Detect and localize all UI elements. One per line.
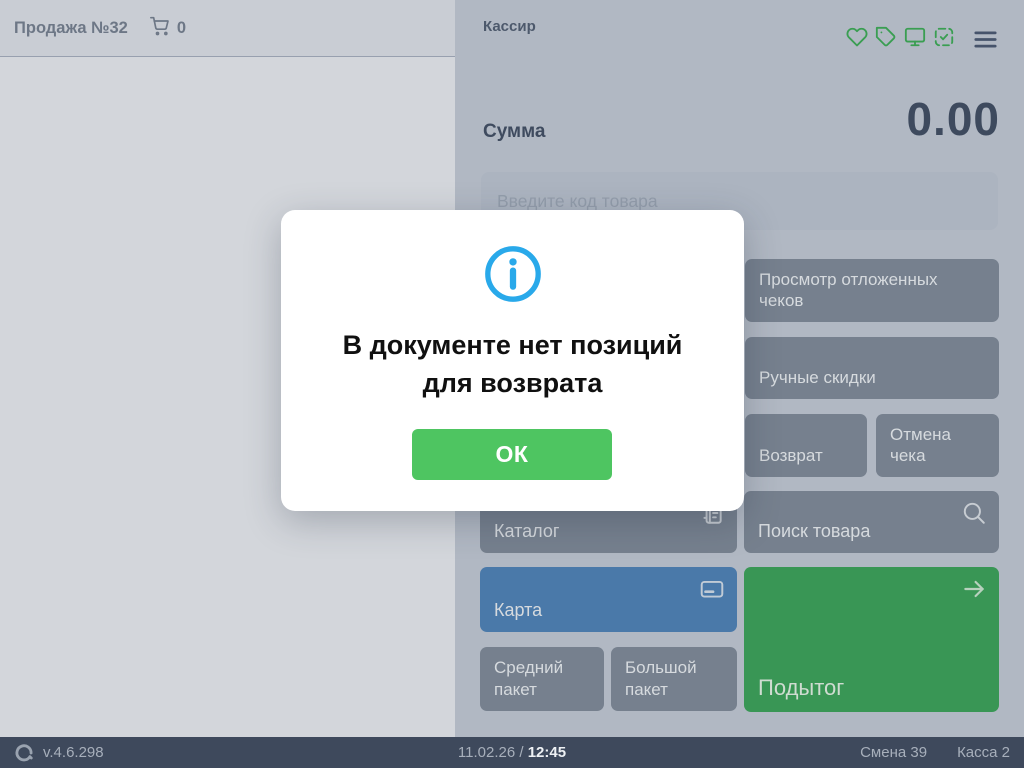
button-label: Средний пакет — [494, 657, 590, 700]
cashier-title: Кассир — [483, 18, 536, 35]
sum-value: 0.00 — [906, 92, 1000, 146]
button-label: Ручные скидки — [759, 367, 876, 388]
heart-icon — [846, 26, 868, 53]
arrow-right-icon — [961, 576, 987, 609]
shift-label: Смена 39 — [860, 744, 927, 761]
search-icon — [961, 500, 987, 532]
button-label: Карта — [494, 599, 542, 622]
status-icons — [846, 26, 955, 53]
tag-icon — [875, 26, 897, 53]
status-bar: v.4.6.298 11.02.26 / 12:45 Смена 39 Касс… — [0, 737, 1024, 768]
medium-bag-button[interactable]: Средний пакет — [480, 647, 604, 711]
view-postponed-receipts-button[interactable]: Просмотр отложенных чеков — [745, 259, 999, 322]
cart-indicator: 0 — [150, 16, 186, 41]
header-status-row — [846, 25, 1000, 54]
cancel-receipt-button[interactable]: Отмена чека — [876, 414, 999, 477]
dialog-message: В документе нет позиций для возврата — [327, 326, 699, 402]
credit-card-icon — [699, 576, 725, 608]
date-text: 11.02.26 — [458, 744, 515, 761]
date-time-separator: / — [519, 744, 523, 761]
manual-discounts-button[interactable]: Ручные скидки — [745, 337, 999, 399]
subtotal-button[interactable]: Подытог — [744, 567, 999, 712]
button-label: Просмотр отложенных чеков — [759, 269, 985, 312]
button-label: Отмена чека — [890, 424, 985, 467]
button-label: Поиск товара — [758, 520, 870, 543]
sale-title: Продажа №32 — [14, 19, 128, 38]
cart-count: 0 — [177, 19, 186, 38]
cart-icon — [150, 16, 170, 41]
card-payment-button[interactable]: Карта — [480, 567, 737, 632]
product-search-button[interactable]: Поиск товара — [744, 491, 999, 553]
menu-icon[interactable] — [971, 25, 1000, 54]
ok-button[interactable]: ОК — [412, 429, 612, 480]
button-label: Большой пакет — [625, 657, 723, 700]
scan-check-icon — [933, 26, 955, 53]
time-text: 12:45 — [528, 744, 566, 761]
sum-label: Сумма — [483, 121, 545, 143]
info-dialog: В документе нет позиций для возврата ОК — [281, 210, 744, 511]
large-bag-button[interactable]: Большой пакет — [611, 647, 737, 711]
button-label: Подытог — [758, 674, 844, 702]
info-icon — [281, 243, 744, 305]
monitor-icon — [904, 26, 926, 53]
sale-header: Продажа №32 0 — [0, 0, 455, 57]
refund-button[interactable]: Возврат — [745, 414, 867, 477]
button-label: Каталог — [494, 520, 559, 543]
register-label: Касса 2 — [957, 744, 1010, 761]
button-label: Возврат — [759, 445, 823, 466]
status-bar-right: Смена 39 Касса 2 — [860, 744, 1010, 761]
